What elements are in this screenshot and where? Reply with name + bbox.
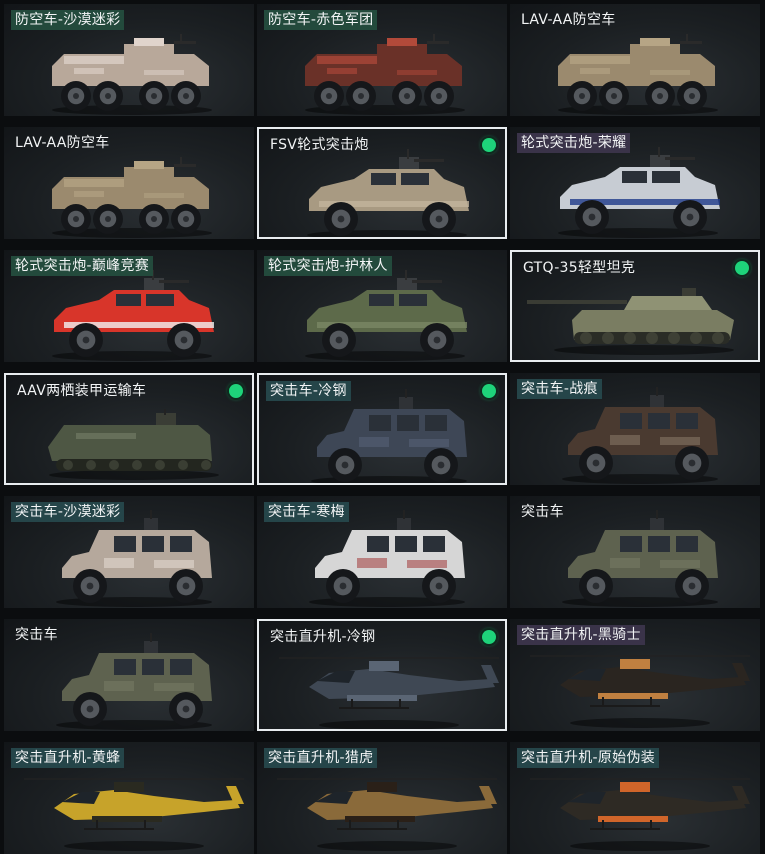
vehicle-card[interactable]: LAV-AA防空车: [4, 127, 254, 239]
vehicle-card[interactable]: 突击直升机-黄蜂: [4, 742, 254, 854]
vehicle-card[interactable]: 轮式突击炮-巅峰竞赛: [4, 250, 254, 362]
vehicle-card[interactable]: 突击车: [510, 496, 760, 608]
vehicle-card[interactable]: 防空车-赤色军团: [257, 4, 507, 116]
vehicle-card[interactable]: 突击车: [4, 619, 254, 731]
vehicle-card[interactable]: 突击直升机-黑骑士: [510, 619, 760, 731]
vehicle-name: 防空车-沙漠迷彩: [11, 10, 125, 30]
vehicle-card[interactable]: 突击车-冷钢: [257, 373, 507, 485]
vehicle-name: 突击直升机-黑骑士: [517, 625, 645, 645]
vehicle-name: 轮式突击炮-荣耀: [517, 133, 631, 153]
vehicle-name: LAV-AA防空车: [15, 135, 110, 151]
vehicle-name: 突击车-沙漠迷彩: [11, 502, 125, 522]
vehicle-name: GTQ-35轻型坦克: [523, 260, 636, 276]
vehicle-name: 突击直升机-原始伪装: [517, 748, 660, 768]
vehicle-card[interactable]: 轮式突击炮-荣耀: [510, 127, 760, 239]
vehicle-card[interactable]: 突击车-沙漠迷彩: [4, 496, 254, 608]
vehicle-name: 突击直升机-冷钢: [270, 629, 376, 645]
vehicle-name: 轮式突击炮-巅峰竞赛: [11, 256, 154, 276]
vehicle-name: 轮式突击炮-护林人: [264, 256, 392, 276]
equipped-indicator-icon: [482, 138, 496, 152]
vehicle-name: 突击车: [15, 627, 58, 643]
equipped-indicator-icon: [229, 384, 243, 398]
vehicle-name: 突击直升机-猎虎: [264, 748, 378, 768]
vehicle-card[interactable]: LAV-AA防空车: [510, 4, 760, 116]
vehicle-name: AAV两栖装甲运输车: [17, 383, 147, 399]
vehicle-card[interactable]: GTQ-35轻型坦克: [510, 250, 760, 362]
vehicle-name: FSV轮式突击炮: [270, 137, 369, 153]
vehicle-card[interactable]: 轮式突击炮-护林人: [257, 250, 507, 362]
vehicle-name: 突击车-冷钢: [266, 381, 351, 401]
equipped-indicator-icon: [482, 384, 496, 398]
vehicle-name: 突击车: [521, 504, 564, 520]
vehicle-name: 防空车-赤色军团: [264, 10, 378, 30]
equipped-indicator-icon: [735, 261, 749, 275]
vehicle-card[interactable]: 突击直升机-冷钢: [257, 619, 507, 731]
vehicle-card[interactable]: 突击车-寒梅: [257, 496, 507, 608]
vehicle-name: 突击车-战痕: [517, 379, 602, 399]
vehicle-card[interactable]: 突击直升机-原始伪装: [510, 742, 760, 854]
vehicle-name: 突击直升机-黄蜂: [11, 748, 125, 768]
vehicle-card[interactable]: 突击车-战痕: [510, 373, 760, 485]
vehicle-grid: 防空车-沙漠迷彩 防空车-赤色军团 LAV-AA防空车 LAV-AA防空车 FSV轮式突…: [0, 0, 765, 854]
vehicle-name: 突击车-寒梅: [264, 502, 349, 522]
vehicle-name: LAV-AA防空车: [521, 12, 616, 28]
vehicle-card[interactable]: AAV两栖装甲运输车: [4, 373, 254, 485]
vehicle-card[interactable]: 突击直升机-猎虎: [257, 742, 507, 854]
vehicle-card[interactable]: FSV轮式突击炮: [257, 127, 507, 239]
vehicle-card[interactable]: 防空车-沙漠迷彩: [4, 4, 254, 116]
equipped-indicator-icon: [482, 630, 496, 644]
